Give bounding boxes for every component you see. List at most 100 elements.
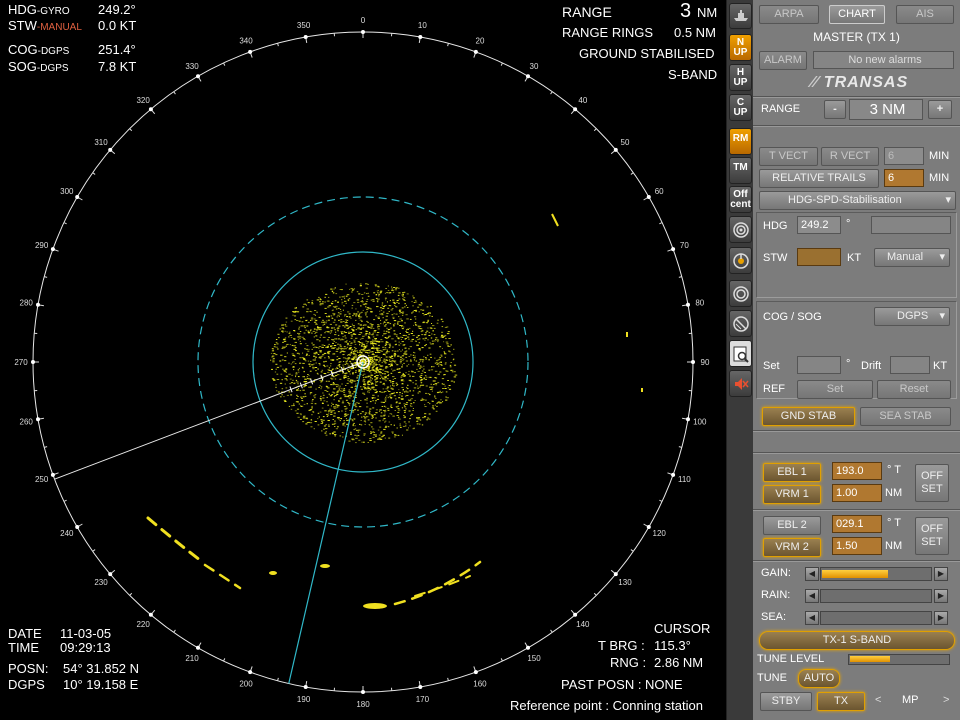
drift-field[interactable]	[890, 356, 930, 374]
auto-tune-button[interactable]: AUTO	[798, 669, 840, 688]
hdg-extra-field	[871, 216, 951, 234]
bearing-label: 140	[576, 620, 590, 629]
offset2-button[interactable]: OFF SET	[915, 517, 949, 555]
alarm-button[interactable]: ALARM	[759, 51, 807, 70]
ebl2-button[interactable]: EBL 2	[763, 516, 821, 535]
clutter-echo	[362, 379, 366, 381]
set-field[interactable]	[797, 356, 841, 374]
clutter-echo	[394, 361, 396, 363]
reset-button[interactable]: Reset	[877, 380, 951, 399]
clutter-echo	[391, 365, 393, 367]
target-icon[interactable]	[729, 280, 752, 307]
clutter-echo	[382, 335, 384, 337]
clutter-echo	[328, 296, 330, 298]
clutter-echo	[367, 283, 369, 285]
clutter-echo	[344, 337, 347, 339]
ais-tab[interactable]: AIS	[896, 5, 954, 24]
relative-trails-button[interactable]: RELATIVE TRAILS	[759, 169, 879, 188]
vrm2-button[interactable]: VRM 2	[763, 538, 821, 557]
arpa-tab[interactable]: ARPA	[759, 5, 819, 24]
clutter-echo	[418, 348, 421, 349]
date-value: 11-03-05	[60, 626, 112, 641]
clutter-echo	[372, 360, 374, 362]
stabilisation-select[interactable]: HDG-SPD-Stabilisation ▾	[759, 191, 956, 210]
clutter-echo	[367, 391, 369, 393]
bearing-label: 280	[20, 299, 34, 308]
range-increase-button[interactable]: +	[928, 100, 952, 119]
zoom-icon[interactable]	[729, 340, 752, 367]
standby-button[interactable]: STBY	[760, 692, 812, 711]
vector-minutes-field[interactable]: 6	[884, 147, 924, 165]
clutter-echo	[275, 384, 277, 386]
clutter-echo	[273, 346, 276, 348]
ship-icon[interactable]	[729, 3, 752, 29]
rings-icon[interactable]	[729, 216, 752, 243]
vrm2-field[interactable]: 1.50	[832, 537, 882, 555]
clutter-echo	[308, 355, 310, 356]
clutter-echo	[293, 403, 295, 405]
relative-vector-button[interactable]: R VECT	[821, 147, 879, 166]
clutter-echo	[416, 417, 418, 419]
ground-stab-button[interactable]: GND STAB	[762, 407, 855, 426]
radar-scope[interactable]: 0102030405060708090100110120130140150160…	[0, 0, 726, 720]
clutter-echo	[377, 316, 380, 318]
clutter-echo	[432, 330, 434, 332]
clutter-echo	[319, 327, 321, 329]
rain-slider[interactable]	[820, 589, 932, 603]
prev-arrow[interactable]: <	[875, 694, 881, 706]
trails-minutes-field[interactable]: 6	[884, 169, 924, 187]
ebl1-button[interactable]: EBL 1	[763, 463, 821, 482]
set-button[interactable]: Set	[797, 380, 873, 399]
rain-left-arrow[interactable]: ◀	[805, 589, 819, 603]
cog-sog-source-select[interactable]: DGPS ▾	[874, 307, 950, 326]
bearing-dot	[303, 684, 308, 689]
ebl2-field[interactable]: 029.1	[832, 515, 882, 533]
clutter-echo	[401, 383, 404, 385]
ebl1-field[interactable]: 193.0	[832, 462, 882, 480]
hdg-degree-unit: °	[846, 218, 851, 230]
sea-left-arrow[interactable]: ◀	[805, 611, 819, 625]
clutter-echo	[363, 373, 366, 375]
course-up-button[interactable]: C UP	[729, 94, 752, 121]
sea-right-arrow[interactable]: ▶	[934, 611, 948, 625]
next-arrow[interactable]: >	[943, 694, 949, 706]
relative-motion-button[interactable]: RM	[729, 128, 752, 155]
gain-right-arrow[interactable]: ▶	[934, 567, 948, 581]
clutter-echo	[305, 355, 308, 356]
gain-slider[interactable]	[820, 567, 932, 581]
clutter-echo	[401, 355, 405, 357]
clutter-echo	[302, 352, 304, 354]
bearing-label: 130	[618, 578, 632, 587]
hdg-field[interactable]: 249.2	[797, 216, 841, 234]
clutter-echo	[341, 333, 344, 335]
trails-icon[interactable]	[729, 310, 752, 337]
clutter-echo	[326, 413, 328, 415]
transmit-button[interactable]: TX	[817, 692, 865, 711]
off-centre-button[interactable]: Off cent	[729, 186, 752, 213]
vrm1-button[interactable]: VRM 1	[763, 485, 821, 504]
vrm1-field[interactable]: 1.00	[832, 484, 882, 502]
rain-right-arrow[interactable]: ▶	[934, 589, 948, 603]
range-decrease-button[interactable]: -	[824, 100, 846, 119]
true-motion-button[interactable]: TM	[729, 157, 752, 184]
north-up-button[interactable]: N UP	[729, 34, 752, 61]
stw-source-select[interactable]: Manual ▾	[874, 248, 950, 267]
true-vector-button[interactable]: T VECT	[759, 147, 818, 166]
clutter-echo	[359, 350, 362, 352]
mute-icon[interactable]	[729, 370, 752, 397]
radar-display[interactable]: 0 10 20 30 40 50 60 70 80 90 100 110 120 130 140 150 160…	[0, 0, 726, 720]
vrm-icon[interactable]	[729, 247, 752, 274]
target-echo	[626, 332, 628, 337]
gain-left-arrow[interactable]: ◀	[805, 567, 819, 581]
stw-field[interactable]	[797, 248, 841, 266]
sea-slider[interactable]	[820, 611, 932, 625]
offset1-button[interactable]: OFF SET	[915, 464, 949, 502]
transmitter-band-button[interactable]: TX-1 S-BAND	[759, 631, 955, 650]
sea-stab-button[interactable]: SEA STAB	[860, 407, 951, 426]
clutter-echo	[408, 327, 411, 329]
clutter-echo	[430, 356, 432, 358]
clutter-echo	[320, 334, 322, 336]
chart-tab[interactable]: CHART	[829, 5, 885, 24]
head-up-button[interactable]: H UP	[729, 64, 752, 91]
range-rings-value: 0.5 NM	[674, 25, 716, 40]
